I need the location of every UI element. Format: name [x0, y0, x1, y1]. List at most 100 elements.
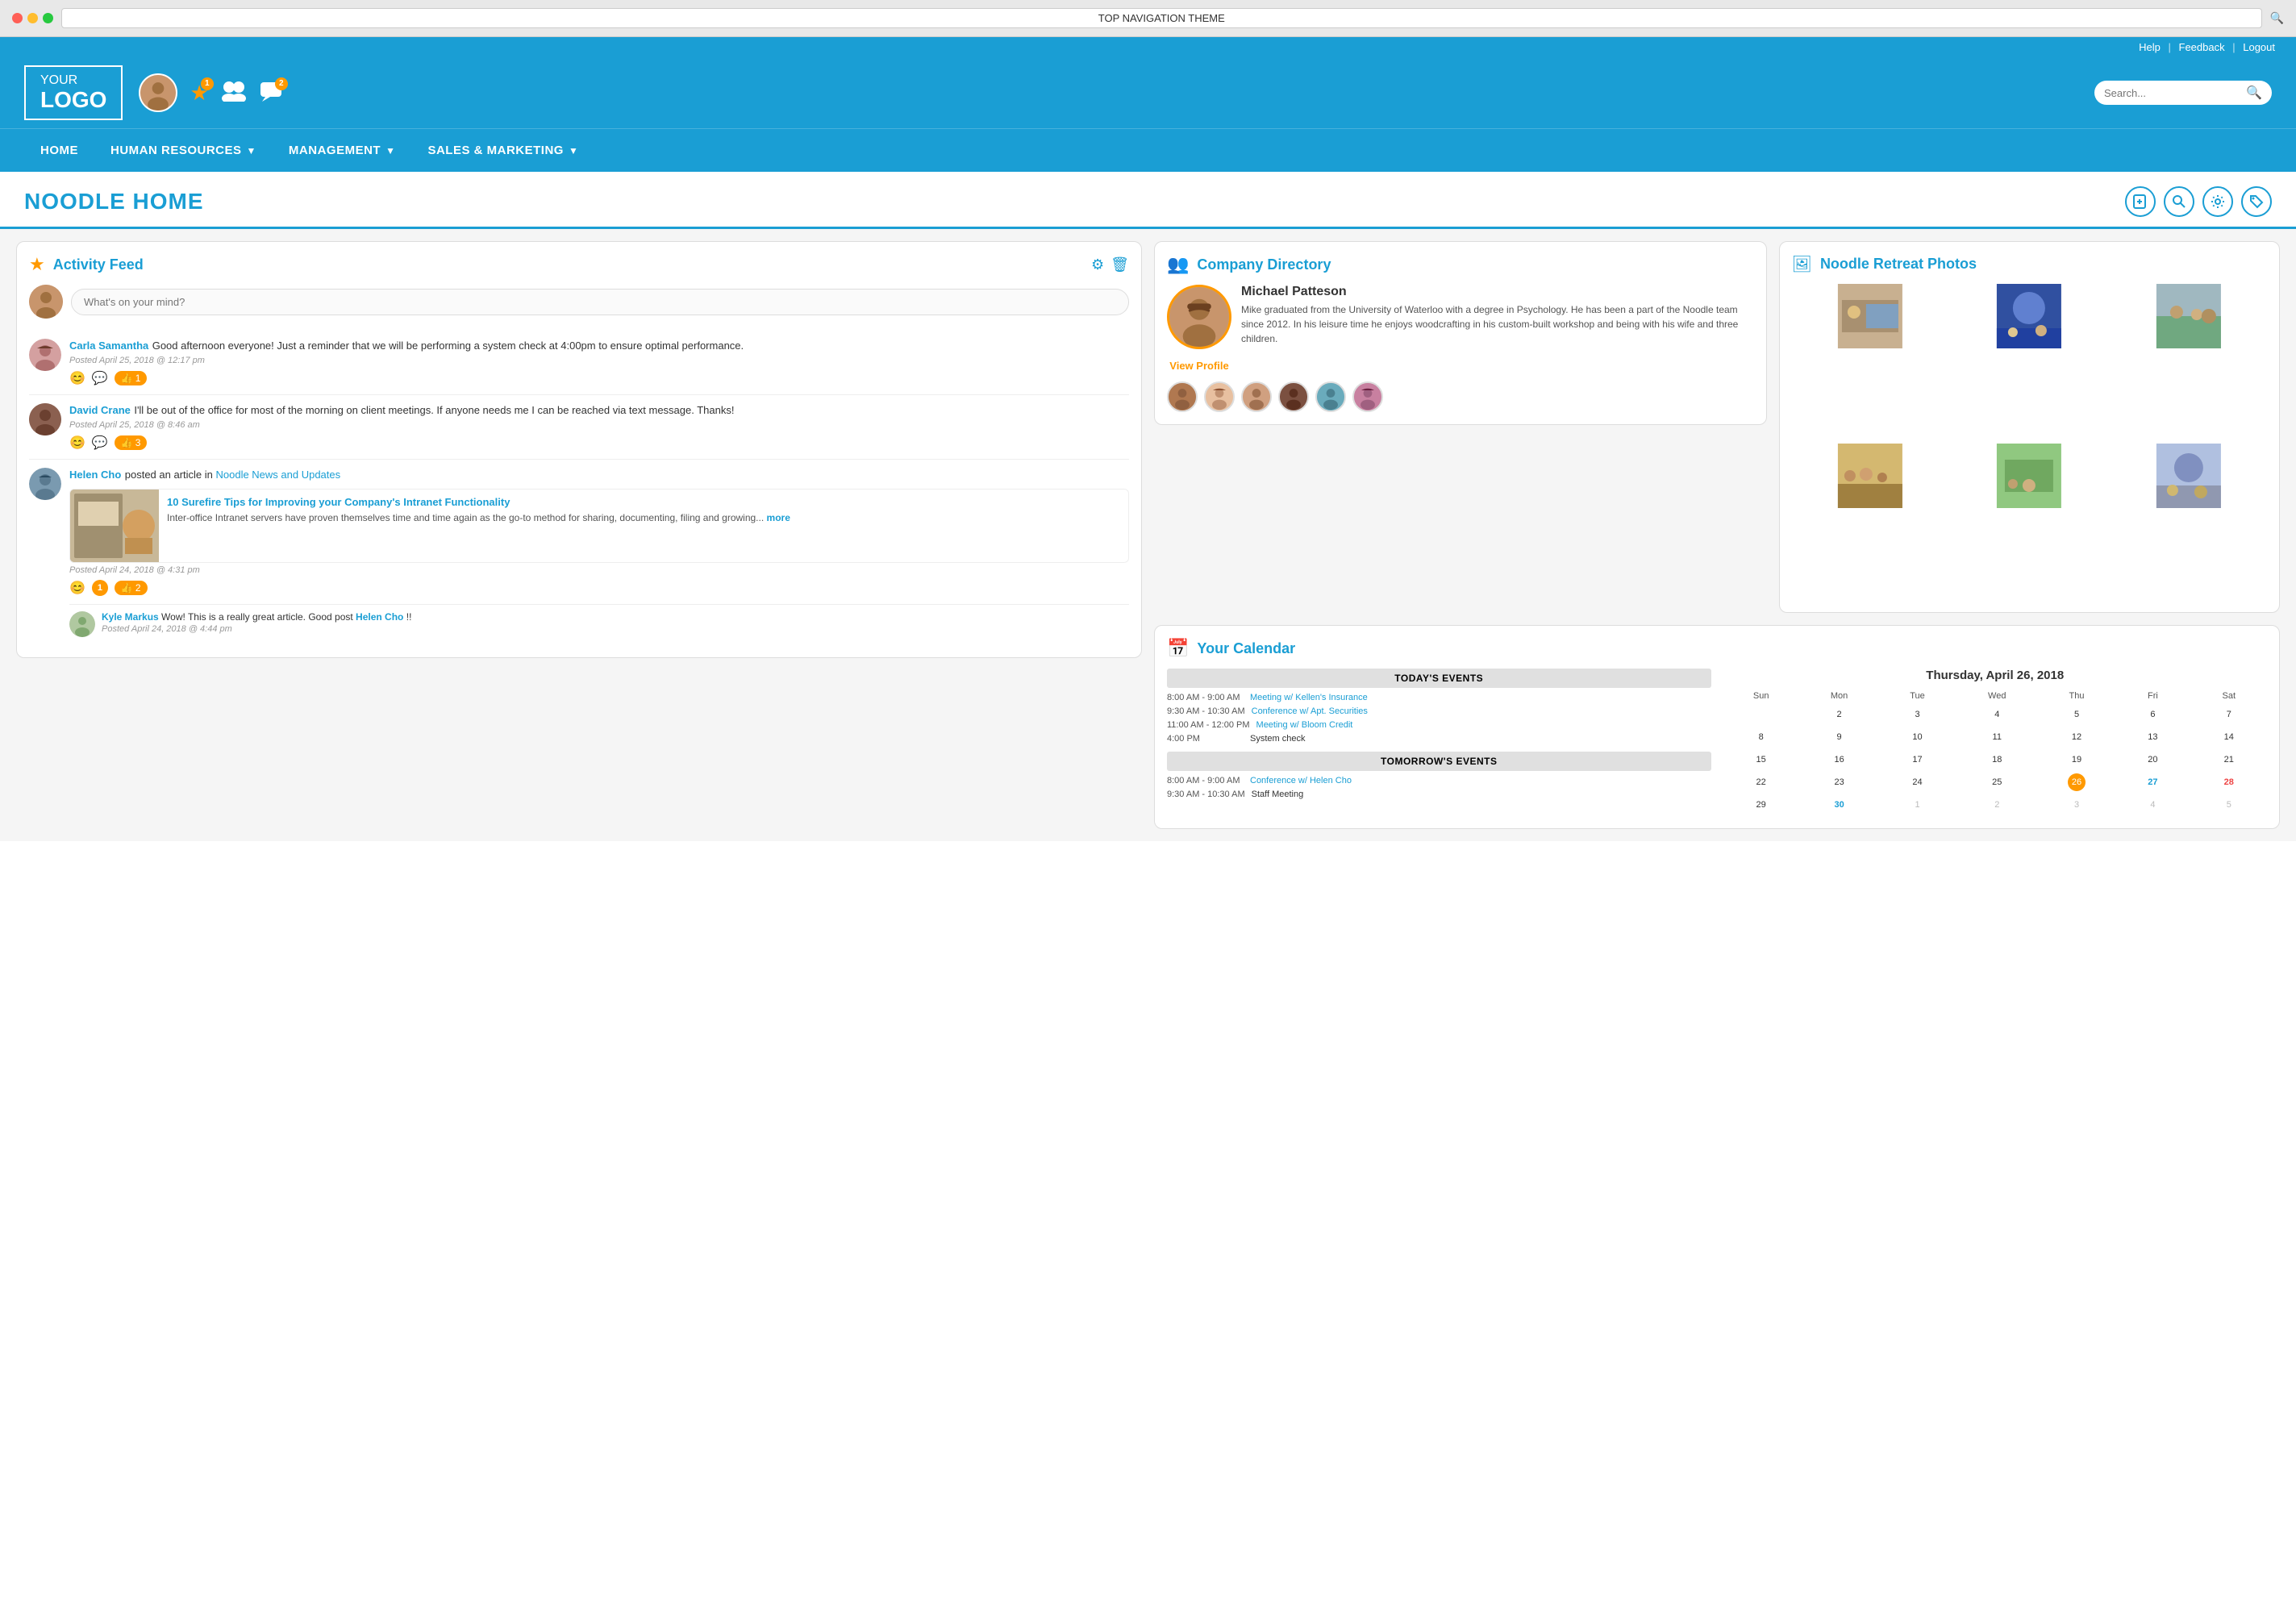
helen-name[interactable]: Helen Cho	[69, 469, 121, 481]
tmr-event-1-name[interactable]: Conference w/ Helen Cho	[1250, 776, 1352, 785]
compose-input[interactable]	[71, 289, 1129, 315]
david-name[interactable]: David Crane	[69, 404, 131, 416]
cal-day[interactable]: 12	[2039, 726, 2115, 748]
cal-day[interactable]: 5	[2191, 794, 2267, 816]
cal-day[interactable]: 28	[2191, 771, 2267, 794]
cal-day[interactable]: 2	[1799, 703, 1879, 726]
comment-helen-link[interactable]: Helen Cho	[356, 611, 403, 623]
dir-avatar-2[interactable]	[1204, 381, 1235, 412]
cal-day[interactable]: 24	[1879, 771, 1955, 794]
cal-day[interactable]: 27	[2115, 771, 2190, 794]
cal-day[interactable]: 23	[1799, 771, 1879, 794]
kyle-name[interactable]: Kyle Markus	[102, 611, 159, 623]
nav-home[interactable]: HOME	[24, 129, 94, 172]
cal-day[interactable]: 17	[1879, 748, 1955, 771]
cal-day[interactable]: 21	[2191, 748, 2267, 771]
help-link[interactable]: Help	[2139, 41, 2161, 53]
dir-avatar-6[interactable]	[1352, 381, 1383, 412]
close-dot[interactable]	[12, 13, 23, 23]
photo-2[interactable]	[1951, 284, 2107, 440]
david-comment-icon[interactable]: 💬	[92, 435, 108, 451]
cal-day[interactable]: 5	[2039, 703, 2115, 726]
cal-sun: Sun	[1723, 689, 1799, 703]
cal-day[interactable]: 3	[1879, 703, 1955, 726]
activity-feed-title: Activity Feed	[53, 256, 144, 273]
carla-name[interactable]: Carla Samantha	[69, 340, 148, 352]
carla-time: Posted April 25, 2018 @ 12:17 pm	[69, 356, 1129, 365]
cal-day[interactable]: 7	[2191, 703, 2267, 726]
add-page-icon[interactable]	[2125, 186, 2156, 217]
search-icon[interactable]: 🔍	[2246, 85, 2262, 101]
cal-day[interactable]: 22	[1723, 771, 1799, 794]
cal-day[interactable]: 3	[2039, 794, 2115, 816]
search-box[interactable]: 🔍	[2094, 81, 2272, 105]
cal-day[interactable]: 30	[1799, 794, 1879, 816]
cal-day[interactable]: 14	[2191, 726, 2267, 748]
directory-avatars	[1167, 381, 1754, 412]
cal-day[interactable]: 29	[1723, 794, 1799, 816]
nav-sales[interactable]: SALES & MARKETING ▼	[411, 129, 594, 172]
helen-like-btn[interactable]: 👍 2	[115, 581, 148, 595]
logout-link[interactable]: Logout	[2243, 41, 2275, 53]
cal-day[interactable]: 25	[1956, 771, 2039, 794]
tag-page-icon[interactable]	[2241, 186, 2272, 217]
photo-3[interactable]	[2111, 284, 2267, 440]
helen-react-icon[interactable]: 😊	[69, 580, 85, 596]
cal-day[interactable]: 2	[1956, 794, 2039, 816]
cal-day[interactable]: 16	[1799, 748, 1879, 771]
maximize-dot[interactable]	[43, 13, 53, 23]
event-1-name[interactable]: Meeting w/ Kellen's Insurance	[1250, 693, 1368, 702]
search-page-icon[interactable]	[2164, 186, 2194, 217]
cal-day[interactable]: 13	[2115, 726, 2190, 748]
event-2-name[interactable]: Conference w/ Apt. Securities	[1252, 706, 1368, 716]
dir-avatar-4[interactable]	[1278, 381, 1309, 412]
david-react-icon[interactable]: 😊	[69, 435, 85, 451]
cal-day[interactable]: 9	[1799, 726, 1879, 748]
helen-comment-count[interactable]: 1	[92, 580, 108, 596]
address-bar[interactable]: TOP NAVIGATION THEME	[61, 8, 2262, 28]
dir-avatar-3[interactable]	[1241, 381, 1272, 412]
filter-icon[interactable]: ⚙	[1091, 256, 1104, 273]
cal-day[interactable]: 1	[1879, 794, 1955, 816]
article-title[interactable]: 10 Surefire Tips for Improving your Comp…	[167, 496, 1120, 508]
dir-avatar-1[interactable]	[1167, 381, 1198, 412]
photo-6[interactable]	[2111, 444, 2267, 600]
cal-day[interactable]: 10	[1879, 726, 1955, 748]
carla-like-btn[interactable]: 👍 1	[115, 371, 148, 385]
cal-day[interactable]: 6	[2115, 703, 2190, 726]
search-input[interactable]	[2104, 87, 2246, 99]
feedback-link[interactable]: Feedback	[2179, 41, 2225, 53]
event-3-name[interactable]: Meeting w/ Bloom Credit	[1256, 720, 1353, 730]
settings-page-icon[interactable]	[2202, 186, 2233, 217]
nav-management[interactable]: MANAGEMENT ▼	[273, 129, 412, 172]
photo-5[interactable]	[1951, 444, 2107, 600]
logo[interactable]: YOUR LOGO	[24, 65, 123, 120]
article-more-link[interactable]: more	[767, 512, 790, 523]
view-profile-button[interactable]: View Profile	[1169, 360, 1228, 372]
dir-avatar-5[interactable]	[1315, 381, 1346, 412]
carla-react-icon[interactable]: 😊	[69, 370, 85, 386]
delete-icon[interactable]: 🗑	[1110, 256, 1129, 273]
cal-day[interactable]	[1723, 703, 1799, 726]
minimize-dot[interactable]	[27, 13, 38, 23]
photo-4[interactable]	[1792, 444, 1948, 600]
cal-day[interactable]: 26	[2039, 771, 2115, 794]
people-icon[interactable]	[221, 81, 247, 106]
cal-day[interactable]: 15	[1723, 748, 1799, 771]
nav-hr[interactable]: HUMAN RESOURCES ▼	[94, 129, 273, 172]
cal-day[interactable]: 4	[1956, 703, 2039, 726]
carla-comment-icon[interactable]: 💬	[92, 370, 108, 386]
cal-day[interactable]: 19	[2039, 748, 2115, 771]
cal-day[interactable]: 11	[1956, 726, 2039, 748]
cal-day[interactable]: 20	[2115, 748, 2190, 771]
cal-day[interactable]: 18	[1956, 748, 2039, 771]
chat-notifications[interactable]: 2	[259, 81, 283, 106]
david-like-btn[interactable]: 👍 3	[115, 435, 148, 450]
cal-day[interactable]: 4	[2115, 794, 2190, 816]
star-notifications[interactable]: ★ 1	[190, 81, 208, 106]
photo-1[interactable]	[1792, 284, 1948, 440]
cal-day[interactable]: 8	[1723, 726, 1799, 748]
article-image	[70, 490, 159, 562]
noodle-news-link[interactable]: Noodle News and Updates	[215, 469, 340, 481]
user-avatar[interactable]	[139, 73, 177, 112]
